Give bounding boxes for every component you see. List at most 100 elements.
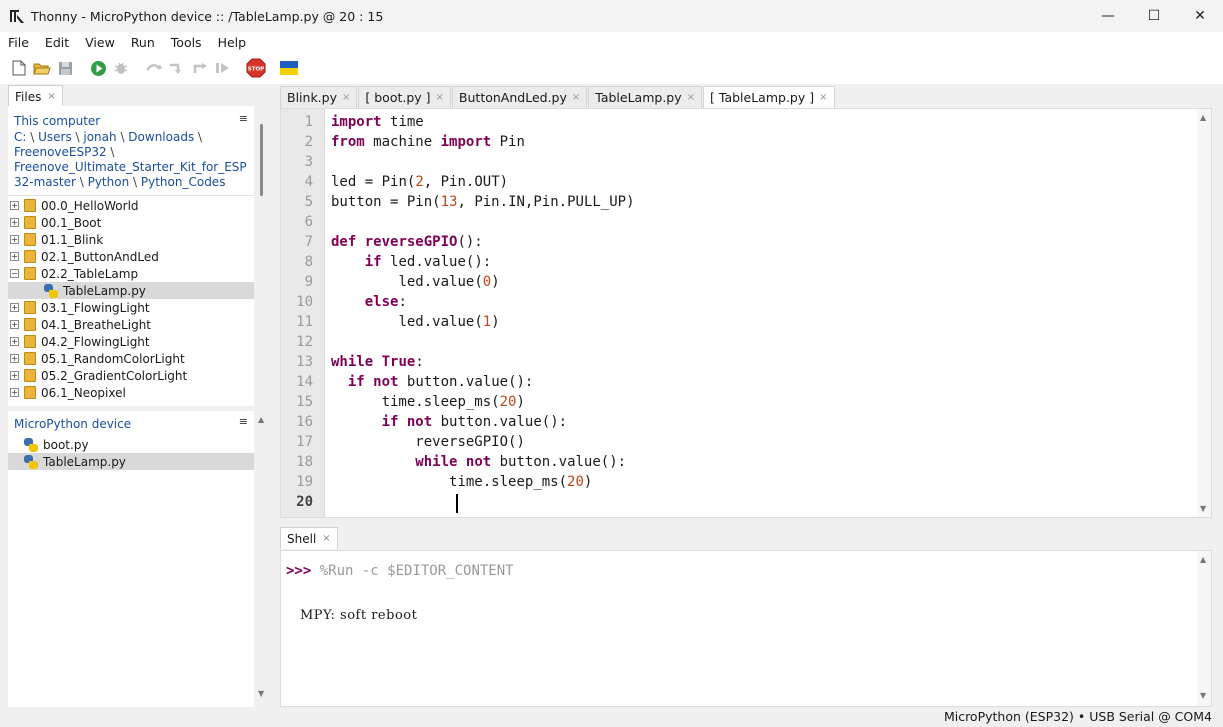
file-tree-item[interactable]: +03.1_FlowingLight bbox=[8, 299, 254, 316]
file-tree-item[interactable]: +01.1_Blink bbox=[8, 231, 254, 248]
code-line[interactable]: def reverseGPIO(): bbox=[331, 234, 483, 250]
code-line[interactable]: reverseGPIO() bbox=[331, 434, 525, 450]
file-tree-item[interactable]: TableLamp.py bbox=[8, 282, 254, 299]
code-line[interactable]: while not button.value(): bbox=[331, 454, 626, 470]
expand-icon[interactable]: + bbox=[10, 201, 19, 210]
breadcrumb-downloads[interactable]: Downloads bbox=[128, 130, 194, 144]
scroll-down-arrow-icon[interactable]: ▼ bbox=[1200, 504, 1206, 513]
breadcrumb-jonah[interactable]: jonah bbox=[83, 130, 116, 144]
stop-icon[interactable]: STOP bbox=[245, 57, 267, 79]
code-line[interactable]: button = Pin(13, Pin.IN,Pin.PULL_UP) bbox=[331, 194, 635, 210]
files-tab[interactable]: Files × bbox=[8, 85, 63, 107]
code-line[interactable]: time.sleep_ms(20) bbox=[331, 394, 525, 410]
file-tree-item[interactable]: +00.0_HelloWorld bbox=[8, 197, 254, 214]
file-tree-item[interactable]: +00.1_Boot bbox=[8, 214, 254, 231]
step-over-icon[interactable] bbox=[143, 57, 165, 79]
menu-tools[interactable]: Tools bbox=[163, 35, 210, 50]
code-line[interactable]: from machine import Pin bbox=[331, 134, 525, 150]
expand-icon[interactable]: + bbox=[10, 337, 19, 346]
shell-tab-close-icon[interactable]: × bbox=[322, 533, 330, 544]
open-folder-icon[interactable] bbox=[31, 57, 53, 79]
file-tree-item[interactable]: +06.1_Neopixel bbox=[8, 384, 254, 401]
expand-icon[interactable]: + bbox=[10, 303, 19, 312]
tab-close-icon[interactable]: × bbox=[436, 92, 444, 103]
files-scrollbar-thumb[interactable] bbox=[260, 124, 263, 196]
code-editor[interactable]: 1 2 3 4 5 6 7 8 9 10 11 12 13 14 15 16 17 18 19 20 import t… bbox=[280, 108, 1212, 518]
file-tree-item[interactable]: +04.1_BreatheLight bbox=[8, 316, 254, 333]
files-tab-close-icon[interactable]: × bbox=[47, 91, 55, 102]
device-scrollbar[interactable]: ▲ ▼ bbox=[257, 411, 267, 708]
device-file-tablelamp[interactable]: TableLamp.py bbox=[8, 453, 254, 470]
files-scrollbar[interactable] bbox=[257, 106, 267, 406]
code-line[interactable]: else: bbox=[331, 294, 407, 310]
code-line[interactable]: led.value(0) bbox=[331, 274, 499, 290]
menu-run[interactable]: Run bbox=[123, 35, 163, 50]
file-tree-item[interactable]: +05.2_GradientColorLight bbox=[8, 367, 254, 384]
tab-boot[interactable]: [ boot.py ] × bbox=[358, 86, 451, 108]
device-header[interactable]: MicroPython device ≡ bbox=[8, 415, 254, 433]
new-file-icon[interactable] bbox=[8, 57, 30, 79]
file-tree-item[interactable]: +05.1_RandomColorLight bbox=[8, 350, 254, 367]
code-line[interactable]: while True: bbox=[331, 354, 424, 370]
scroll-up-arrow-icon[interactable]: ▲ bbox=[1200, 555, 1206, 564]
step-out-icon[interactable] bbox=[189, 57, 211, 79]
menu-help[interactable]: Help bbox=[210, 35, 255, 50]
tab-close-icon[interactable]: × bbox=[572, 92, 580, 103]
tab-close-icon[interactable]: × bbox=[687, 92, 695, 103]
scroll-down-arrow-icon[interactable]: ▼ bbox=[258, 689, 264, 698]
code-line[interactable]: time.sleep_ms(20) bbox=[331, 474, 592, 490]
expand-icon[interactable]: + bbox=[10, 371, 19, 380]
code-line[interactable]: if led.value(): bbox=[331, 254, 491, 270]
collapse-icon[interactable]: − bbox=[10, 269, 19, 278]
expand-icon[interactable]: + bbox=[10, 252, 19, 261]
backend-status[interactable]: MicroPython (ESP32) • USB Serial @ COM4 bbox=[944, 709, 1212, 724]
menu-file[interactable]: File bbox=[0, 35, 37, 50]
expand-icon[interactable]: + bbox=[10, 354, 19, 363]
expand-icon[interactable]: + bbox=[10, 218, 19, 227]
save-icon[interactable] bbox=[54, 57, 76, 79]
scroll-up-arrow-icon[interactable]: ▲ bbox=[1200, 113, 1206, 122]
run-icon[interactable] bbox=[87, 57, 109, 79]
device-file-boot[interactable]: boot.py bbox=[8, 436, 254, 453]
tab-buttonandled[interactable]: ButtonAndLed.py × bbox=[451, 86, 588, 108]
this-computer-header[interactable]: This computer ≡ bbox=[8, 112, 254, 130]
code-line[interactable]: led.value(1) bbox=[331, 314, 499, 330]
breadcrumb-users[interactable]: Users bbox=[38, 130, 72, 144]
panel-menu-icon[interactable]: ≡ bbox=[239, 112, 248, 125]
code-line[interactable]: import time bbox=[331, 114, 424, 130]
ukraine-flag-icon[interactable] bbox=[278, 57, 300, 79]
scroll-down-arrow-icon[interactable]: ▼ bbox=[1200, 691, 1206, 700]
shell-tab[interactable]: Shell × bbox=[280, 527, 338, 549]
tab-tablelamp-device[interactable]: [ TableLamp.py ] × bbox=[703, 86, 835, 108]
maximize-button[interactable]: ☐ bbox=[1131, 0, 1177, 32]
shell-console[interactable]: >>> %Run -c $EDITOR_CONTENT MPY: soft re… bbox=[280, 550, 1212, 707]
file-tree-item[interactable]: − 02.2_TableLamp bbox=[8, 265, 254, 282]
code-line[interactable]: if not button.value(): bbox=[331, 414, 568, 430]
menu-view[interactable]: View bbox=[77, 35, 123, 50]
tab-blink[interactable]: Blink.py × bbox=[280, 86, 358, 108]
expand-icon[interactable]: + bbox=[10, 320, 19, 329]
code-line[interactable]: if not button.value(): bbox=[331, 374, 534, 390]
minimize-button[interactable]: — bbox=[1085, 0, 1131, 32]
expand-icon[interactable]: + bbox=[10, 235, 19, 244]
expand-icon[interactable]: + bbox=[10, 388, 19, 397]
file-tree-item[interactable]: +04.2_FlowingLight bbox=[8, 333, 254, 350]
step-into-icon[interactable] bbox=[166, 57, 188, 79]
tab-close-icon[interactable]: × bbox=[819, 92, 827, 103]
breadcrumb-python[interactable]: Python bbox=[88, 175, 130, 189]
breadcrumb-python-codes[interactable]: Python_Codes bbox=[141, 175, 226, 189]
menu-edit[interactable]: Edit bbox=[37, 35, 77, 50]
code-line[interactable]: led = Pin(2, Pin.OUT) bbox=[331, 174, 508, 190]
file-tree-item[interactable]: +02.1_ButtonAndLed bbox=[8, 248, 254, 265]
device-menu-icon[interactable]: ≡ bbox=[239, 415, 248, 428]
editor-scrollbar[interactable]: ▲ ▼ bbox=[1197, 109, 1211, 517]
resume-icon[interactable] bbox=[212, 57, 234, 79]
close-window-button[interactable]: ✕ bbox=[1177, 0, 1223, 32]
breadcrumb-freenoveesp32[interactable]: FreenoveESP32 bbox=[14, 145, 107, 159]
debug-icon[interactable] bbox=[110, 57, 132, 79]
tab-close-icon[interactable]: × bbox=[342, 92, 350, 103]
scroll-up-arrow-icon[interactable]: ▲ bbox=[258, 415, 264, 424]
tab-tablelamp-local[interactable]: TableLamp.py × bbox=[588, 86, 703, 108]
shell-scrollbar[interactable]: ▲ ▼ bbox=[1197, 551, 1211, 706]
breadcrumb-c[interactable]: C: bbox=[14, 130, 26, 144]
